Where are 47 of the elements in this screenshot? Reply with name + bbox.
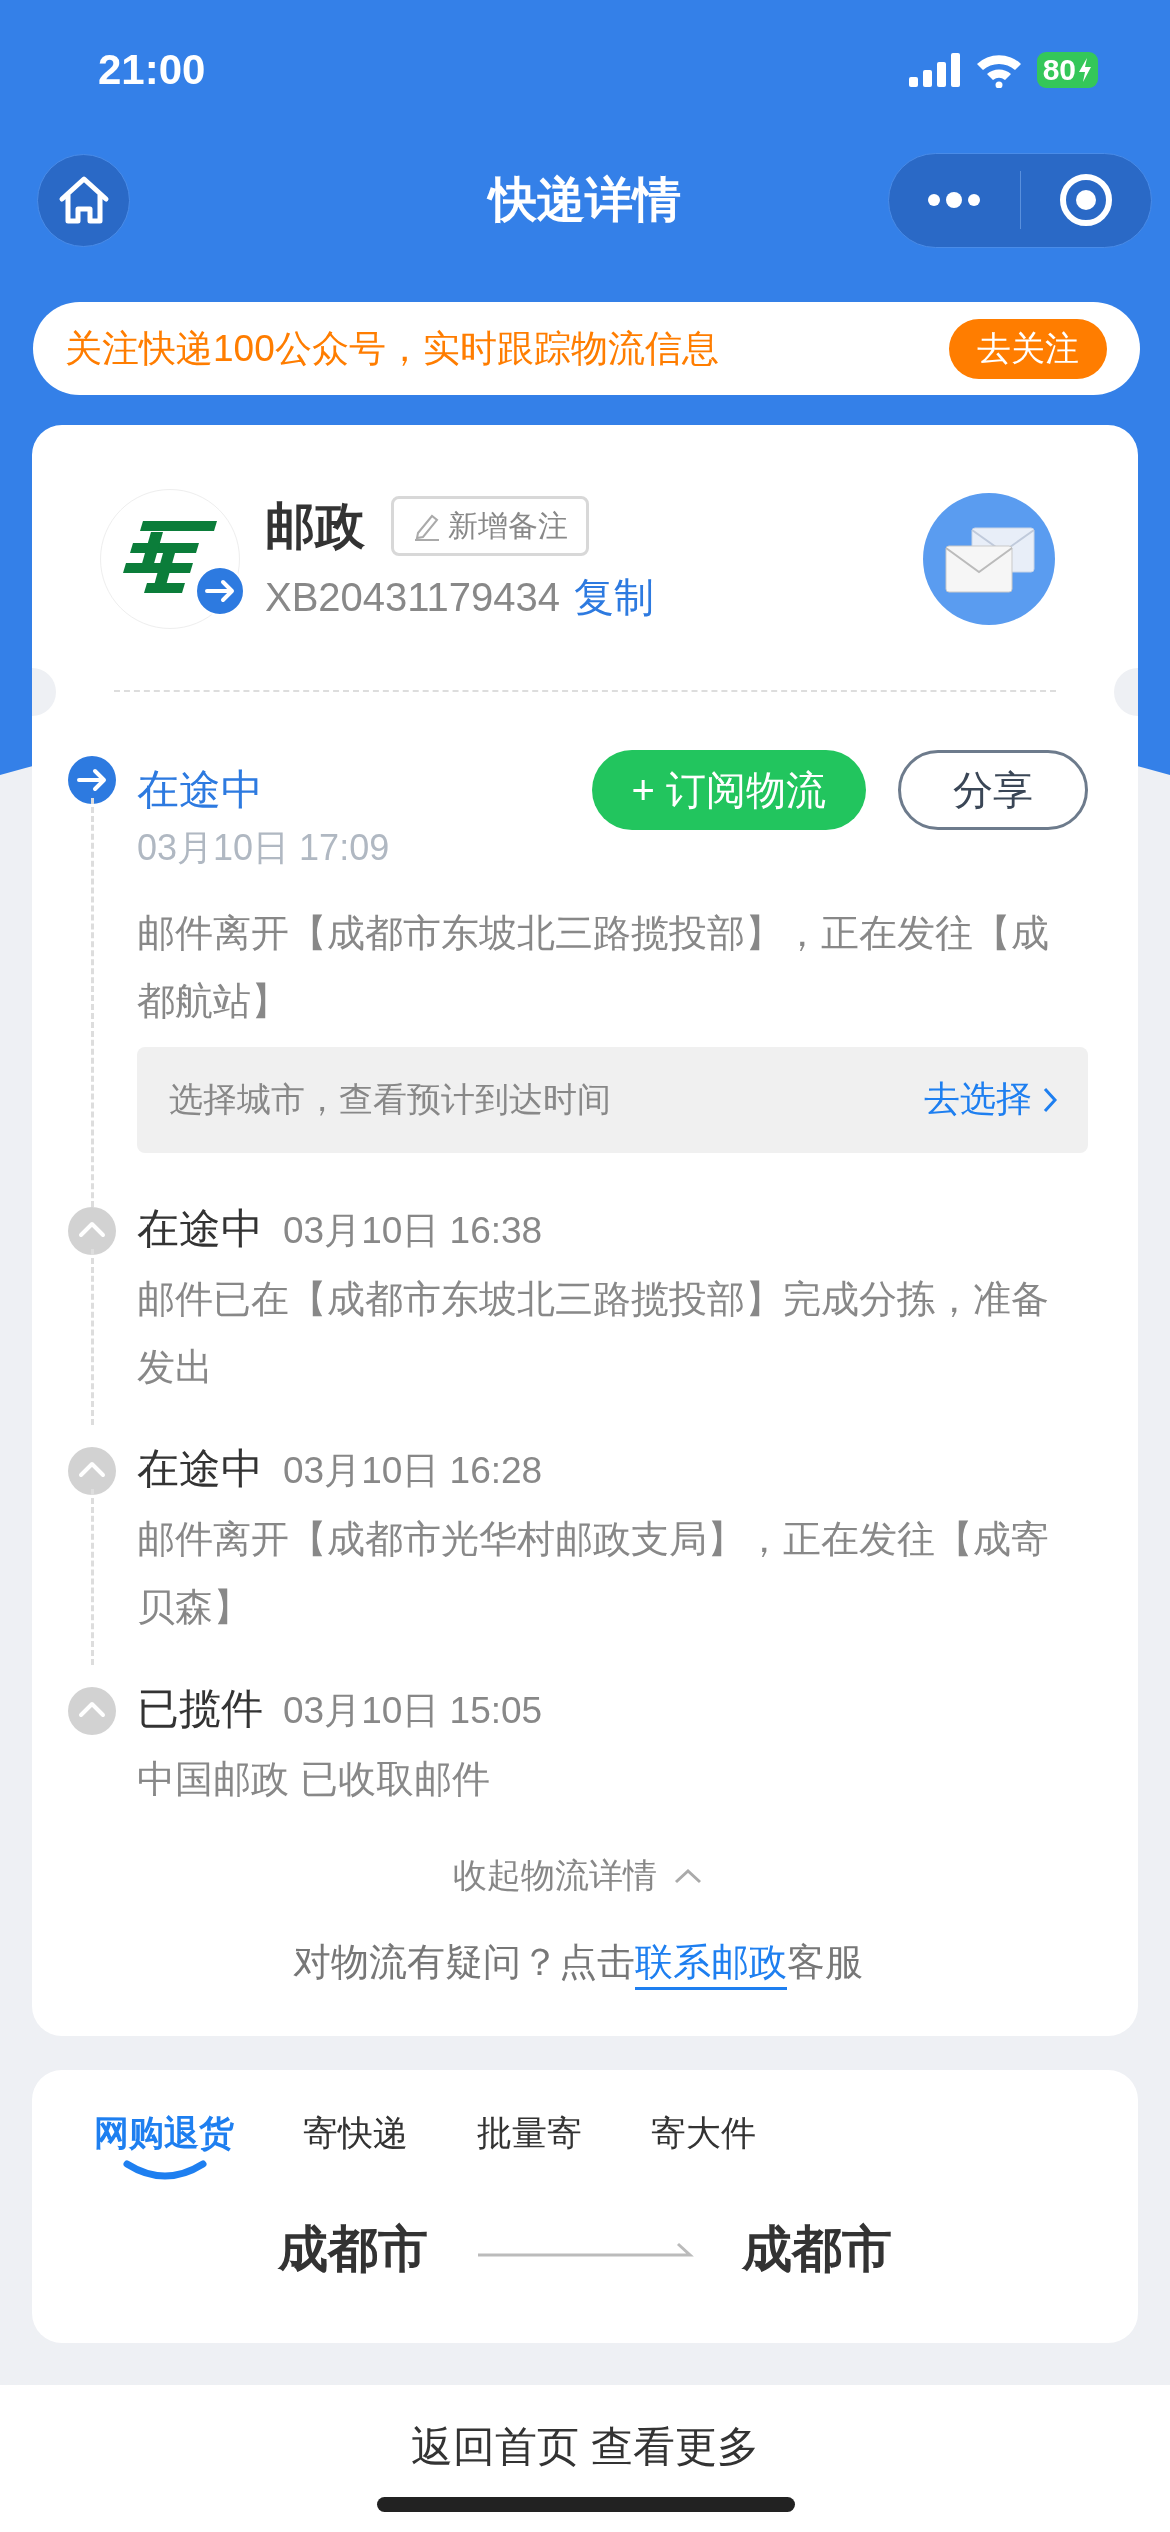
follow-button[interactable]: 去关注 (949, 318, 1107, 379)
chevron-up-icon (68, 1206, 116, 1255)
share-button[interactable]: 分享 (898, 750, 1088, 830)
event-status: 在途中 (137, 765, 263, 813)
event-time: 03月10日 16:28 (283, 1448, 543, 1493)
hint-text: 选择城市，查看预计到达时间 (169, 1078, 611, 1120)
send-tab[interactable]: 寄快递 (269, 2105, 443, 2186)
event-status: 已揽件 (137, 1683, 263, 1734)
chevron-up-icon (68, 1686, 116, 1735)
chevron-up-icon (673, 1866, 703, 1885)
send-tab[interactable]: 网购退货 (60, 2105, 269, 2186)
choose-city-link[interactable]: 去选择 (924, 1075, 1058, 1124)
event-description: 邮件已在【成都市东坡北三路揽投部】完成分拣，准备发出 (137, 1276, 1050, 1390)
home-icon (57, 175, 110, 225)
home-more-link[interactable]: 返回首页 查看更多 (411, 2419, 759, 2475)
send-tab[interactable]: 寄大件 (617, 2105, 791, 2186)
event-description: 中国邮政 已收取邮件 (137, 1756, 491, 1802)
battery-level: 80 (1036, 52, 1098, 88)
event-time: 03月10日 17:09 (137, 825, 390, 870)
status-time: 21:00 (98, 46, 206, 94)
origin-city: 成都市 (278, 2219, 428, 2279)
event-status: 在途中 (137, 1443, 263, 1494)
charging-icon (1078, 58, 1092, 82)
card-notch (32, 668, 56, 716)
contact-link[interactable]: 联系邮政 (635, 1940, 787, 1990)
destination-city: 成都市 (742, 2219, 892, 2279)
event-description: 邮件离开【成都市光华村邮政支局】，正在发往【成寄贝森】 (137, 1516, 1050, 1630)
chevron-right-icon (1042, 1085, 1058, 1114)
subscribe-button[interactable]: + 订阅物流 (591, 750, 866, 830)
card-notch (1114, 668, 1138, 716)
add-note-button[interactable]: 新增备注 (391, 496, 589, 556)
signal-icon (908, 53, 961, 87)
event-description: 邮件离开【成都市东坡北三路揽投部】，正在发往【成都航站】 (137, 910, 1050, 1024)
event-status: 在途中 (137, 1203, 263, 1254)
event-time: 03月10日 16:38 (283, 1208, 543, 1253)
chevron-up-icon (68, 1446, 116, 1495)
tracking-number: XB20431179434 (265, 574, 561, 620)
target-icon (1057, 172, 1114, 228)
carrier-name: 邮政 (265, 496, 365, 556)
event-time: 03月10日 15:05 (283, 1688, 543, 1733)
copy-link[interactable]: 复制 (574, 569, 655, 625)
page-title: 快递详情 (486, 172, 682, 228)
send-tab[interactable]: 批量寄 (443, 2105, 617, 2186)
envelope-icon (922, 491, 1056, 626)
banner-text: 关注快递100公众号，实时跟踪物流信息 (65, 326, 719, 371)
collapse-button[interactable]: 收起物流详情 (453, 1852, 703, 1899)
help-text: 对物流有疑问？点击联系邮政客服 (68, 1936, 1088, 2036)
